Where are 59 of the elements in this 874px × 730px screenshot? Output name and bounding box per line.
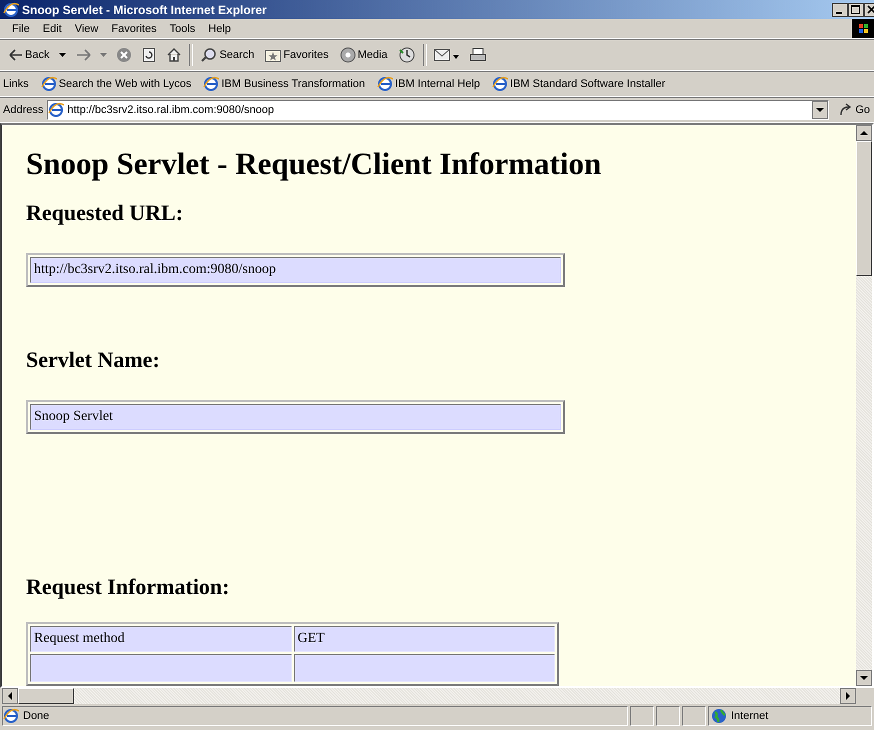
history-icon[interactable] bbox=[398, 47, 416, 63]
section-heading: Requested URL: bbox=[26, 200, 184, 226]
menu-item[interactable]: Tools bbox=[164, 22, 202, 34]
back-arrow-icon bbox=[9, 49, 23, 61]
go-arrow-icon bbox=[839, 103, 854, 117]
favorites-button[interactable]: Favorites bbox=[262, 46, 332, 64]
value-cell: Snoop Servlet bbox=[30, 404, 561, 430]
table-cell: Request method bbox=[30, 626, 292, 652]
forward-arrow-icon[interactable] bbox=[75, 49, 92, 61]
address-label: Address bbox=[3, 104, 44, 116]
links-label: Links bbox=[3, 78, 29, 90]
menu-item[interactable]: Help bbox=[202, 22, 238, 34]
section-heading: Request Information: bbox=[26, 574, 230, 600]
home-icon[interactable] bbox=[166, 47, 182, 63]
windows-logo-icon bbox=[852, 19, 874, 38]
menu-item[interactable]: Edit bbox=[36, 22, 69, 34]
search-icon bbox=[201, 47, 218, 63]
menu-item[interactable]: View bbox=[68, 22, 106, 34]
scroll-down-button[interactable] bbox=[856, 670, 872, 686]
media-button[interactable]: Media bbox=[336, 45, 391, 65]
link-button[interactable]: IBM Standard Software Installer bbox=[492, 76, 666, 92]
status-pane bbox=[656, 706, 680, 726]
search-button[interactable]: Search bbox=[198, 45, 258, 65]
scroll-left-button[interactable] bbox=[2, 688, 18, 704]
dropdown-arrow-icon[interactable] bbox=[59, 53, 66, 57]
scroll-thumb[interactable] bbox=[18, 688, 74, 704]
print-icon[interactable] bbox=[468, 47, 487, 63]
status-text: Done bbox=[2, 706, 628, 726]
stop-icon[interactable] bbox=[116, 47, 132, 63]
link-button[interactable]: Search the Web with Lycos bbox=[40, 76, 192, 92]
mail-icon[interactable] bbox=[434, 47, 460, 63]
link-button[interactable]: IBM Internal Help bbox=[377, 76, 480, 92]
horizontal-scrollbar[interactable] bbox=[2, 688, 856, 704]
dropdown-button[interactable] bbox=[812, 101, 828, 119]
menu-item[interactable]: Favorites bbox=[105, 22, 164, 34]
refresh-icon[interactable] bbox=[141, 47, 158, 63]
address-field[interactable]: http://bc3srv2.itso.ral.ibm.com:9080/snoop bbox=[47, 100, 830, 120]
go-button[interactable]: Go bbox=[833, 103, 874, 117]
table-cell: GET bbox=[294, 626, 555, 652]
menu-item[interactable]: File bbox=[6, 22, 37, 34]
star-folder-icon bbox=[265, 48, 282, 62]
media-icon bbox=[340, 47, 356, 63]
status-pane bbox=[630, 706, 654, 726]
back-button[interactable]: Back bbox=[6, 47, 52, 63]
zone-indicator: Internet bbox=[708, 706, 872, 726]
vertical-scrollbar[interactable] bbox=[856, 125, 872, 686]
status-pane bbox=[682, 706, 706, 726]
link-button[interactable]: IBM Business Transformation bbox=[203, 76, 366, 92]
page-heading: Snoop Servlet - Request/Client Information bbox=[26, 146, 602, 182]
maximize-button[interactable] bbox=[848, 2, 864, 16]
minimize-button[interactable] bbox=[832, 2, 848, 16]
section-heading: Servlet Name: bbox=[26, 347, 161, 373]
close-button[interactable] bbox=[864, 2, 874, 16]
window-title: Snoop Servlet - Microsoft Internet Explorer bbox=[22, 2, 267, 16]
scroll-up-button[interactable] bbox=[856, 125, 872, 141]
scroll-right-button[interactable] bbox=[840, 688, 856, 704]
scroll-thumb[interactable] bbox=[856, 141, 872, 276]
value-cell: http://bc3srv2.itso.ral.ibm.com:9080/snoop bbox=[30, 257, 561, 283]
globe-icon bbox=[711, 708, 727, 724]
